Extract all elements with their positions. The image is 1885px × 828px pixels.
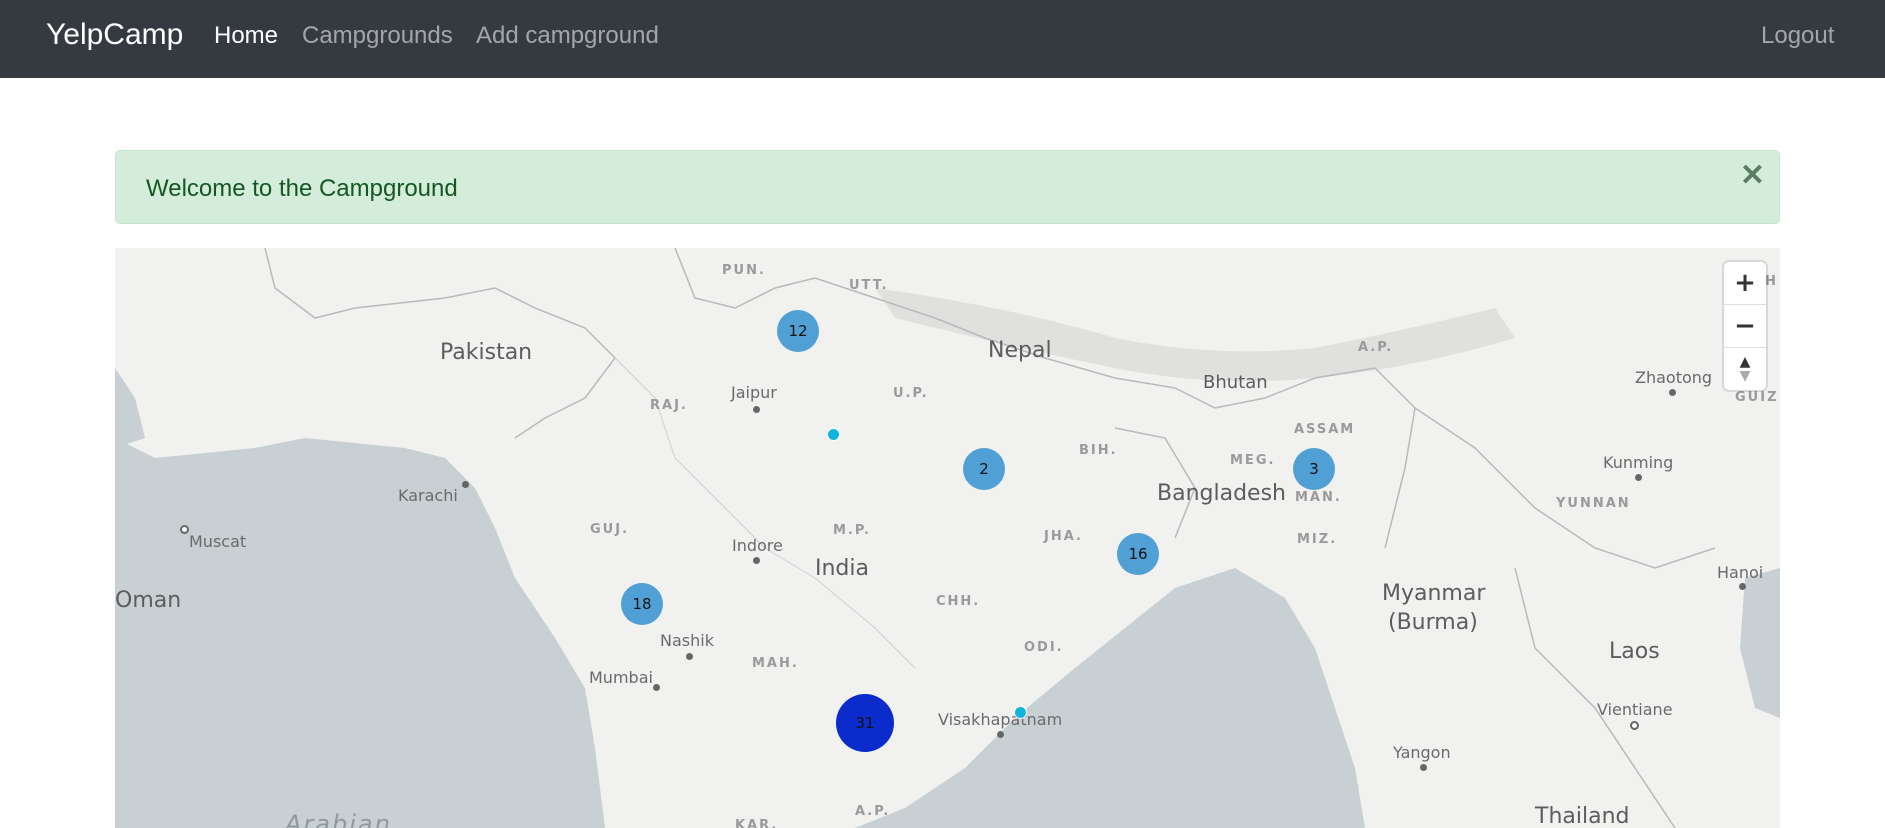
country-label: Myanmar [1382,581,1486,606]
map-point[interactable] [1014,706,1027,719]
state-label: M.P. [833,523,871,538]
close-icon[interactable]: ✕ [1740,159,1765,193]
cluster-map[interactable]: Pakistan Nepal Bhutan Bangladesh India O… [115,248,1780,828]
city-label: Yangon [1393,743,1451,762]
country-label: Thailand [1535,804,1630,828]
country-label: India [815,556,869,581]
city-dot [462,481,469,488]
compass-down-icon: ▼ [1739,368,1751,384]
country-label: Bangladesh [1157,481,1286,506]
city-dot [1739,583,1746,590]
nav-add-campground-link[interactable]: Add campground [476,22,659,50]
state-label: MAH. [752,656,799,671]
state-label: GUIZ [1735,390,1779,405]
compass-up-icon: ▲ [1739,354,1751,370]
state-label: MAN. [1295,490,1342,505]
city-dot [997,731,1004,738]
brand-logo[interactable]: YelpCamp [46,18,183,52]
city-dot [1669,389,1676,396]
alert-message: Welcome to the Campground [146,175,458,202]
country-label: Laos [1609,639,1660,664]
map-cluster[interactable]: 12 [777,310,819,352]
zoom-in-button[interactable]: + [1724,262,1766,305]
map-cluster[interactable]: 18 [621,583,663,625]
city-label: Zhaotong [1635,368,1713,387]
country-label: Oman [115,588,182,613]
map-base-layer [115,248,1780,828]
city-dot [753,557,760,564]
nav-home-link[interactable]: Home [214,22,278,50]
map-cluster[interactable]: 16 [1117,533,1159,575]
state-label: GUJ. [590,522,630,537]
state-label: PUN. [722,263,766,278]
map-controls: + − ▲ ▼ [1724,262,1766,390]
capital-dot [180,525,189,534]
state-label: UTT. [849,278,889,293]
state-label: A.P. [1358,340,1394,355]
state-label: MEG. [1230,453,1276,468]
city-dot [686,653,693,660]
compass-button[interactable]: ▲ ▼ [1724,348,1766,390]
city-label: Mumbai [589,668,653,687]
state-label: U.P. [893,386,929,401]
map-cluster[interactable]: 31 [836,694,894,752]
city-label: Kunming [1603,453,1674,472]
country-label: (Burma) [1388,610,1478,635]
city-label: Jaipur [731,383,777,402]
city-label: Visakhapatnam [938,710,1063,729]
city-dot [1420,764,1427,771]
state-label: ODI. [1024,640,1064,655]
navbar: YelpCamp Home Campgrounds Add campground… [0,0,1885,78]
state-label: KAR. [735,818,779,828]
country-label: Bhutan [1203,372,1268,393]
map-cluster[interactable]: 3 [1293,448,1335,490]
city-dot [753,406,760,413]
state-label: YUNNAN [1556,496,1631,511]
city-label: Nashik [660,631,714,650]
country-label: Pakistan [440,340,533,365]
city-label: Karachi [398,486,458,505]
city-dot [1635,474,1642,481]
city-label: Muscat [189,532,247,551]
state-label: BIH. [1079,443,1118,458]
nav-campgrounds-link[interactable]: Campgrounds [302,22,453,50]
state-label: ASSAM [1294,422,1356,437]
map-point[interactable] [827,428,840,441]
zoom-out-button[interactable]: − [1724,305,1766,348]
map-cluster[interactable]: 2 [963,448,1005,490]
city-label: Hanoi [1717,563,1764,582]
state-label: A.P. [855,804,891,819]
sea-label: Arabian [285,810,392,828]
country-label: Nepal [988,338,1052,363]
capital-dot [1630,721,1639,730]
logout-link[interactable]: Logout [1761,22,1834,50]
state-label: CHH. [936,594,981,609]
city-label: Vientiane [1597,700,1673,719]
success-alert: Welcome to the Campground ✕ [115,150,1780,224]
city-dot [653,684,660,691]
state-label: RAJ. [650,398,688,413]
state-label: JHA. [1044,529,1083,544]
state-label: MIZ. [1297,532,1338,547]
city-label: Indore [732,536,783,555]
state-label: H [1765,274,1778,289]
